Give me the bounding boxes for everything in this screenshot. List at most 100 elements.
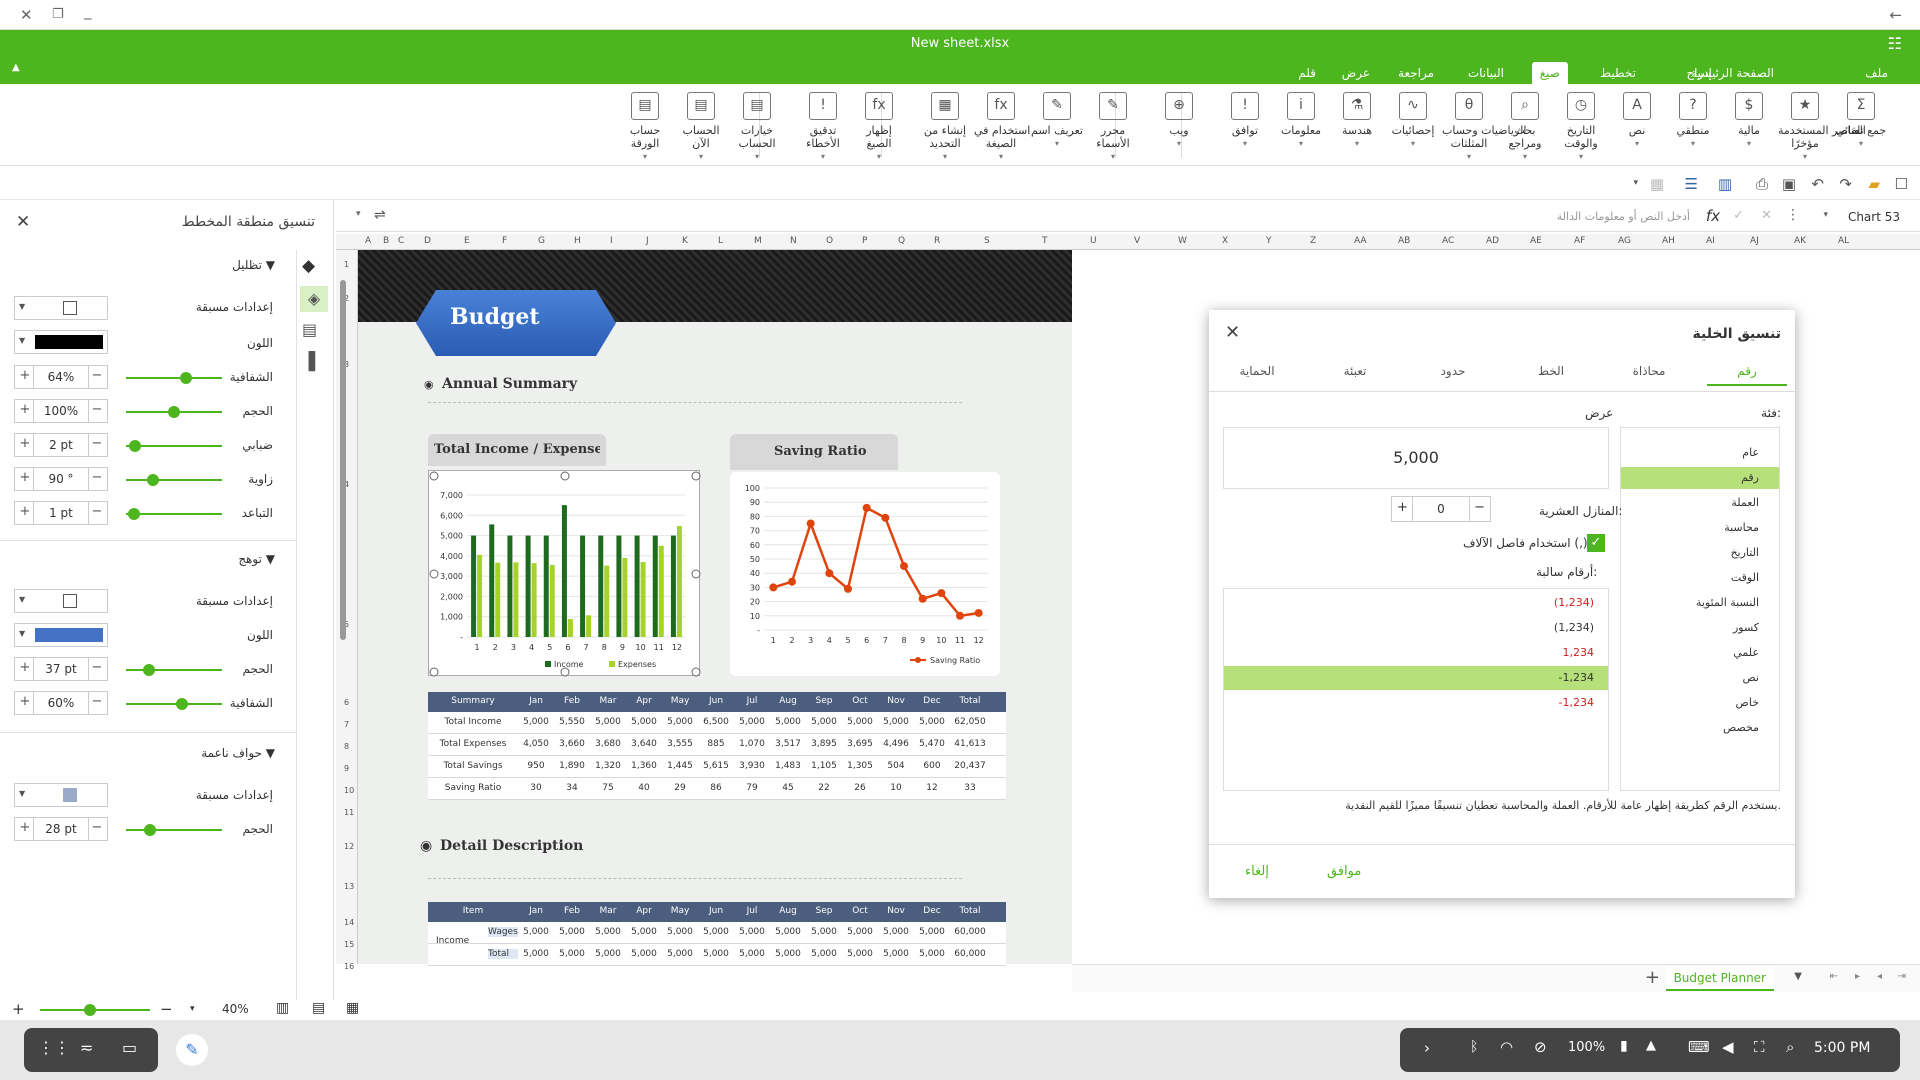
thousands-separator-checkbox[interactable]: ✓	[1587, 534, 1605, 552]
column-header[interactable]: M	[754, 236, 762, 246]
bar-income[interactable]	[489, 524, 495, 637]
window-icon[interactable]: ▭	[122, 1038, 137, 1057]
vertical-scrollbar[interactable]	[340, 280, 346, 640]
format-icon[interactable]: ☰	[1685, 175, 1698, 193]
ribbon-button-11[interactable]: ! توافق ▾	[1218, 92, 1272, 150]
category-item[interactable]: النسبة المئوية	[1621, 592, 1779, 614]
wifi-icon[interactable]: ◠	[1500, 1038, 1513, 1056]
close-window-icon[interactable]: ✕	[20, 6, 33, 24]
ribbon-button-10[interactable]: i معلومات ▾	[1274, 92, 1328, 150]
column-header[interactable]: D	[424, 236, 431, 246]
negative-format-item[interactable]: -1,234	[1224, 666, 1608, 690]
bar-income[interactable]	[507, 535, 513, 637]
table-cell[interactable]: 4,050	[518, 739, 554, 749]
table-cell[interactable]: 600	[914, 761, 950, 771]
table-cell[interactable]: 1,360	[626, 761, 662, 771]
shadow-size-spinner[interactable]: +100% −	[14, 399, 108, 423]
table-cell[interactable]: 5,000	[590, 717, 626, 727]
resize-handle[interactable]	[560, 471, 570, 481]
bar-expenses[interactable]	[658, 545, 664, 637]
resize-handle[interactable]	[691, 471, 701, 481]
row-header[interactable]: 10	[344, 786, 354, 795]
table-cell[interactable]: 5,000	[626, 949, 662, 959]
more-icon[interactable]: ⋮	[1786, 207, 1800, 223]
row-header[interactable]: 1	[344, 260, 349, 269]
category-list[interactable]: عام رقم العملة محاسبة التاريخ الوقت النسبة الم…	[1620, 427, 1780, 791]
bar-expenses[interactable]	[622, 557, 628, 637]
table-cell[interactable]: 5,470	[914, 739, 950, 749]
shadow-blur-slider[interactable]	[126, 440, 222, 452]
bar-income[interactable]	[634, 535, 640, 637]
table-cell[interactable]: 5,000	[770, 717, 806, 727]
column-header[interactable]: X	[1222, 236, 1228, 246]
table-cell[interactable]: 3,640	[626, 739, 662, 749]
glow-color-picker[interactable]: ▼	[14, 623, 108, 647]
cancel-button[interactable]: إلغاء	[1245, 864, 1269, 879]
column-header[interactable]: AF	[1574, 236, 1585, 246]
glow-size-spinner[interactable]: +37 pt −	[14, 657, 108, 681]
bar-income[interactable]	[616, 535, 622, 637]
column-header[interactable]: AJ	[1750, 236, 1759, 246]
print-icon[interactable]: ⎙	[1756, 175, 1768, 193]
column-header[interactable]: R	[934, 236, 940, 246]
table-cell[interactable]: 4,496	[878, 739, 914, 749]
back-arrow-icon[interactable]: ←	[1889, 6, 1902, 24]
saving-ratio-line[interactable]	[772, 506, 979, 618]
menu-icon[interactable]: ☷	[1888, 34, 1902, 53]
data-point[interactable]	[769, 583, 778, 592]
table-cell[interactable]: 5,000	[806, 927, 842, 937]
resize-handle[interactable]	[691, 667, 701, 677]
tab-8[interactable]: قلم	[1290, 62, 1324, 84]
open-folder-icon[interactable]: ▰	[1868, 175, 1880, 193]
table-cell[interactable]: 26	[842, 783, 878, 793]
glow-section-header[interactable]: توهج ▼	[238, 552, 283, 566]
table-cell[interactable]: 1,320	[590, 761, 626, 771]
table-cell[interactable]: 5,000	[590, 949, 626, 959]
bar-income[interactable]	[543, 535, 549, 637]
bar-income[interactable]	[561, 505, 567, 637]
row-header[interactable]: 7	[344, 720, 349, 729]
effects-icon[interactable]: ◈	[300, 286, 328, 312]
table-cell[interactable]: 5,000	[734, 717, 770, 727]
zoom-out-icon[interactable]: −	[160, 1000, 173, 1018]
shadow-distance-spinner[interactable]: +1 pt −	[14, 501, 108, 525]
table-cell[interactable]: 5,000	[662, 949, 698, 959]
row-header[interactable]: 8	[344, 742, 349, 751]
bar-expenses[interactable]	[586, 615, 592, 637]
bar-expenses[interactable]	[640, 562, 646, 637]
table-cell[interactable]: 3,680	[590, 739, 626, 749]
decrease-icon[interactable]: −	[1474, 500, 1485, 515]
size-properties-icon[interactable]: ▤	[302, 320, 317, 339]
soft-presets-dropdown[interactable]: ▼	[14, 783, 108, 807]
column-header[interactable]: AK	[1794, 236, 1806, 246]
table-cell[interactable]: Wages	[488, 927, 518, 937]
data-point[interactable]	[937, 589, 946, 598]
column-header[interactable]: E	[464, 236, 470, 246]
table-cell[interactable]: 5,000	[698, 927, 734, 937]
column-header[interactable]: AB	[1398, 236, 1410, 246]
new-file-icon[interactable]: ☐	[1895, 175, 1908, 193]
table-cell[interactable]: 75	[590, 783, 626, 793]
ribbon-button-3[interactable]: ? منطقي ▾	[1666, 92, 1720, 150]
table-cell[interactable]: 22	[806, 783, 842, 793]
table-cell[interactable]: 5,000	[734, 927, 770, 937]
shadow-section-header[interactable]: تظليل ▼	[232, 258, 283, 272]
data-point[interactable]	[806, 519, 815, 528]
bar-expenses[interactable]	[531, 563, 537, 637]
volume-icon[interactable]: ◀	[1722, 1038, 1734, 1056]
soft-size-slider[interactable]	[126, 824, 222, 836]
next-sheet-icon[interactable]: ▸	[1855, 971, 1860, 982]
ribbon-button-13[interactable]: ✎ محرر الأسماء ▾	[1086, 92, 1140, 163]
column-header[interactable]: T	[1042, 236, 1048, 246]
dnd-icon[interactable]: ⊘	[1534, 1038, 1547, 1056]
soft-size-spinner[interactable]: +28 pt −	[14, 817, 108, 841]
data-point[interactable]	[825, 569, 834, 578]
table-cell[interactable]: 5,000	[842, 927, 878, 937]
ribbon-button-20[interactable]: ▤ الحساب الآن ▾	[674, 92, 728, 163]
table-cell[interactable]: 3,555	[662, 739, 698, 749]
chart-options-icon[interactable]: ▐	[302, 352, 315, 372]
table-cell[interactable]: 10	[878, 783, 914, 793]
table-cell[interactable]: 5,000	[878, 949, 914, 959]
row-header[interactable]: 12	[344, 842, 354, 851]
table-cell[interactable]: 60,000	[950, 927, 990, 937]
